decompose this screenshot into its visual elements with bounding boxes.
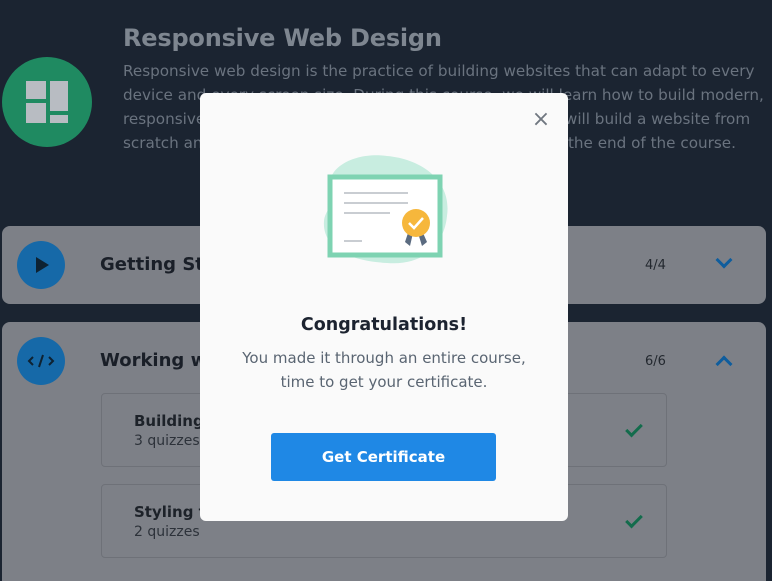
chevron-down-icon[interactable] — [715, 251, 733, 269]
modal-message: You made it through an entire course, ti… — [242, 349, 526, 391]
lesson-subtitle: 3 quizzes — [134, 433, 200, 449]
check-icon — [625, 510, 643, 529]
check-icon — [625, 419, 643, 438]
layout-grid-icon — [2, 57, 92, 147]
certificate-icon — [312, 151, 454, 271]
play-icon — [17, 241, 65, 289]
section-progress: 4/4 — [645, 258, 666, 273]
lesson-subtitle: 2 quizzes — [134, 524, 200, 540]
section-progress: 6/6 — [645, 354, 666, 369]
course-title: Responsive Web Design — [123, 24, 442, 52]
chevron-up-icon[interactable] — [715, 355, 733, 373]
modal-title: Congratulations! — [300, 315, 468, 335]
close-button[interactable]: × — [528, 107, 554, 133]
get-certificate-button[interactable]: Get Certificate — [271, 433, 496, 481]
code-icon — [17, 337, 65, 385]
congratulations-modal: × Congratulations! You made it through a… — [200, 93, 568, 521]
